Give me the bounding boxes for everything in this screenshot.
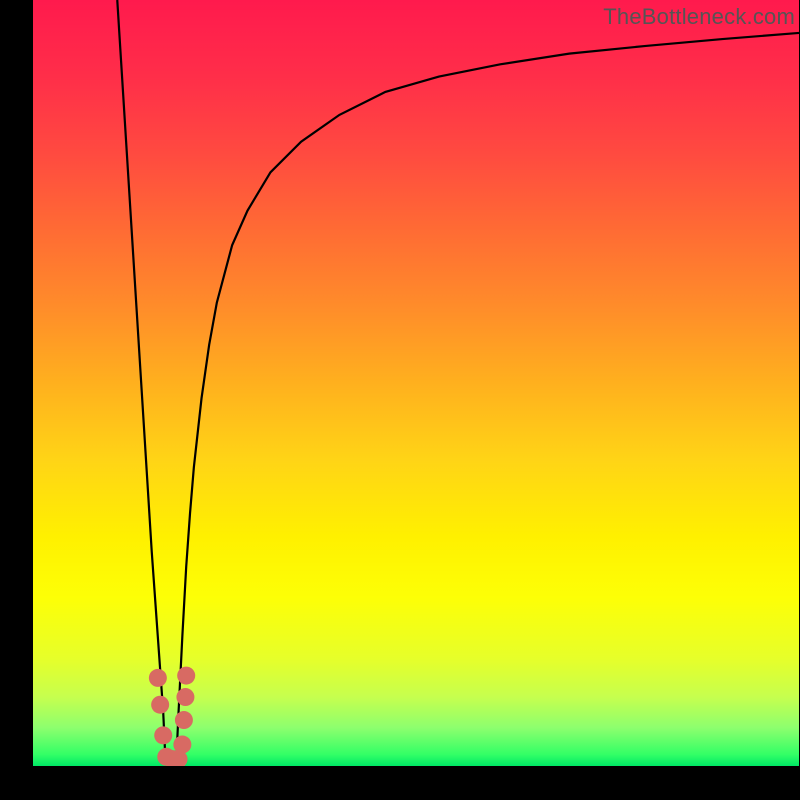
data-marker	[173, 736, 191, 754]
gradient-background	[33, 0, 799, 766]
data-marker	[175, 711, 193, 729]
bottleneck-chart	[33, 0, 799, 766]
data-marker	[154, 726, 172, 744]
data-marker	[149, 669, 167, 687]
data-marker	[176, 688, 194, 706]
chart-frame: TheBottleneck.com	[33, 0, 799, 766]
data-marker	[151, 696, 169, 714]
data-marker	[177, 667, 195, 685]
